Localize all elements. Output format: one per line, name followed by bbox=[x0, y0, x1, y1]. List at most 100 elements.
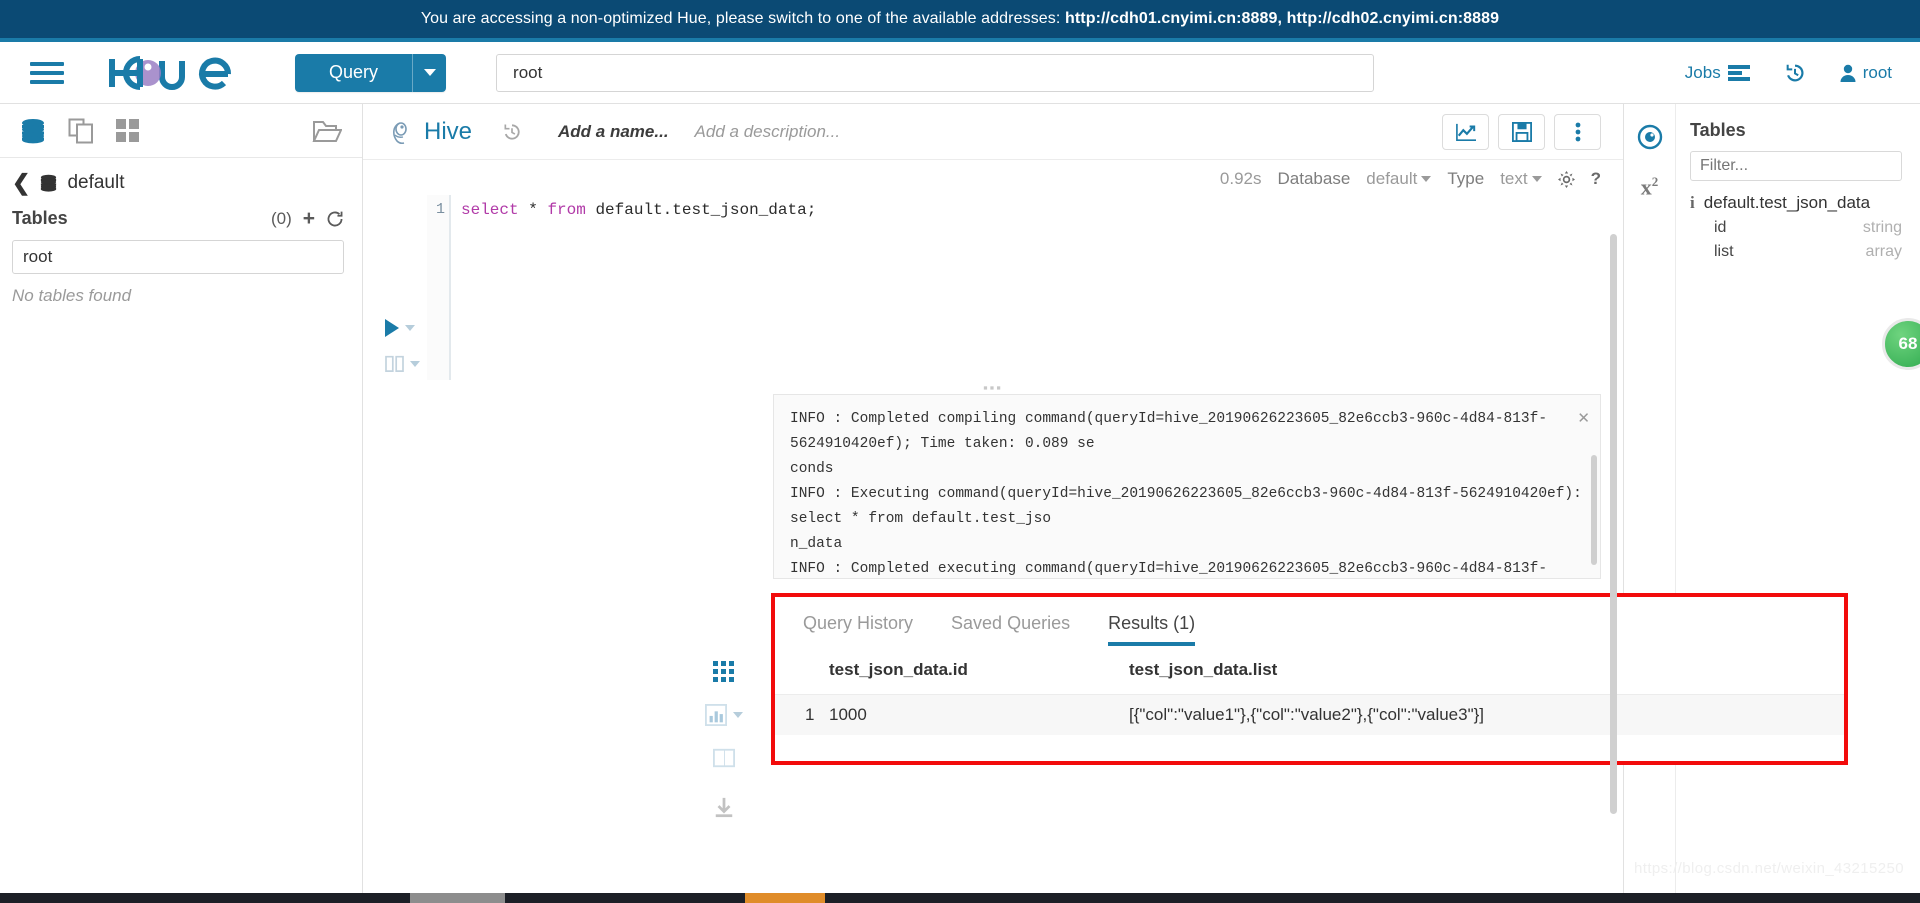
open-folder-icon[interactable] bbox=[312, 118, 342, 144]
explain-options-caret-icon[interactable] bbox=[410, 360, 420, 367]
execute-query-button[interactable] bbox=[385, 319, 427, 337]
explain-query-button[interactable] bbox=[385, 355, 427, 372]
help-button[interactable]: ? bbox=[1591, 169, 1601, 189]
columns-view-icon[interactable] bbox=[713, 747, 735, 769]
download-icon[interactable] bbox=[713, 796, 735, 818]
cell-id: 1000 bbox=[829, 694, 1129, 735]
assist-database-name[interactable]: default bbox=[67, 172, 124, 194]
query-dropdown-caret-icon[interactable] bbox=[412, 53, 447, 92]
results-view-switcher bbox=[705, 661, 743, 818]
column-name: list bbox=[1714, 243, 1734, 260]
hamburger-menu-icon[interactable] bbox=[30, 57, 64, 89]
global-search-input[interactable] bbox=[496, 53, 1375, 92]
query-description-input[interactable]: Add a description... bbox=[695, 122, 841, 142]
editor-side-actions bbox=[385, 195, 427, 380]
assist-breadcrumb: ❮ default bbox=[12, 172, 344, 194]
chart-visualize-button[interactable] bbox=[1442, 113, 1489, 150]
user-icon bbox=[1840, 64, 1856, 82]
jobs-icon bbox=[1727, 64, 1750, 81]
log-line: n_data bbox=[790, 536, 843, 552]
query-button[interactable]: Query bbox=[295, 53, 413, 92]
query-editor-pane: Hive Add a name... Add a description... bbox=[363, 104, 1848, 893]
sql-keyword-select: select bbox=[461, 201, 519, 219]
add-table-icon[interactable]: + bbox=[303, 208, 315, 229]
refresh-icon[interactable] bbox=[326, 210, 344, 228]
results-highlight-box: Query History Saved Queries Results (1) … bbox=[771, 593, 1848, 765]
editor-code[interactable]: select * from default.test_json_data; bbox=[451, 195, 816, 380]
banner-addresses[interactable]: http://cdh01.cnyimi.cn:8889, http://cdh0… bbox=[1065, 10, 1499, 27]
ace-editor[interactable]: 1 select * from default.test_json_data; bbox=[427, 195, 1623, 380]
banner-message: You are accessing a non-optimized Hue, p… bbox=[420, 10, 1061, 27]
jobs-label: Jobs bbox=[1684, 62, 1721, 82]
sql-table-ref: default.test_json_data; bbox=[595, 201, 817, 219]
assist-tables-header: Tables (0) + bbox=[12, 208, 344, 229]
tab-saved-queries[interactable]: Saved Queries bbox=[951, 613, 1108, 646]
jobs-button[interactable]: Jobs bbox=[1685, 63, 1750, 83]
right-panel-body: Tables i default.test_json_data id strin… bbox=[1676, 104, 1920, 893]
log-line: INFO : Executing command(queryId=hive_20… bbox=[790, 486, 1582, 527]
taskbar-item-2[interactable] bbox=[745, 893, 825, 903]
log-resize-handle[interactable]: ▪▪▪ bbox=[363, 380, 1623, 395]
warning-banner: You are accessing a non-optimized Hue, p… bbox=[0, 0, 1920, 38]
type-value: text bbox=[1500, 169, 1528, 188]
query-log-panel[interactable]: INFO : Completed compiling command(query… bbox=[773, 394, 1601, 579]
sql-editor-area: 1 select * from default.test_json_data; bbox=[363, 195, 1623, 380]
query-button-group[interactable]: Query bbox=[295, 53, 447, 92]
documents-source-icon[interactable] bbox=[68, 118, 94, 144]
history-button[interactable] bbox=[1784, 62, 1806, 84]
editor-scrollbar[interactable] bbox=[1610, 234, 1617, 814]
app-header: Query Jobs bbox=[0, 42, 1920, 104]
info-icon[interactable]: i bbox=[1690, 193, 1695, 213]
close-icon[interactable]: ✕ bbox=[1577, 407, 1590, 432]
watermark: https://blog.csdn.net/weixin_43215250 bbox=[1634, 860, 1904, 877]
col-list: test_json_data.list bbox=[1129, 660, 1278, 679]
assist-back-chevron-icon[interactable]: ❮ bbox=[12, 172, 30, 194]
hue-logo[interactable] bbox=[104, 53, 240, 93]
editor-more-menu-button[interactable] bbox=[1554, 113, 1601, 150]
database-selector[interactable]: default bbox=[1366, 169, 1432, 189]
database-source-icon[interactable] bbox=[20, 118, 46, 144]
tab-query-history[interactable]: Query History bbox=[803, 613, 951, 646]
os-taskbar bbox=[0, 893, 1920, 903]
gear-icon[interactable] bbox=[1557, 170, 1575, 188]
right-panel-table-entry[interactable]: i default.test_json_data bbox=[1690, 193, 1902, 213]
right-panel-filter-input[interactable] bbox=[1690, 151, 1902, 181]
taskbar-item-1[interactable] bbox=[410, 893, 505, 903]
global-search-wrapper bbox=[496, 53, 1375, 92]
assist-table-filter-input[interactable] bbox=[12, 240, 344, 274]
book-icon bbox=[385, 355, 404, 372]
assistant-compass-icon[interactable] bbox=[1637, 124, 1663, 150]
user-menu[interactable]: root bbox=[1840, 63, 1892, 83]
log-scrollbar[interactable] bbox=[1591, 455, 1597, 565]
chart-view-icon[interactable] bbox=[705, 704, 727, 726]
column-type: array bbox=[1865, 243, 1902, 260]
database-icon bbox=[41, 174, 57, 192]
query-name-input[interactable]: Add a name... bbox=[558, 122, 669, 142]
editor-engine-label: Hive bbox=[424, 117, 473, 145]
history-icon bbox=[1786, 64, 1804, 81]
editor-action-buttons bbox=[1442, 113, 1601, 150]
tab-results[interactable]: Results (1) bbox=[1108, 613, 1233, 646]
editor-history-icon[interactable] bbox=[502, 122, 522, 142]
right-panel-column[interactable]: id string bbox=[1690, 219, 1902, 237]
editor-header: Hive Add a name... Add a description... bbox=[363, 104, 1623, 160]
chart-options-caret-icon[interactable] bbox=[733, 712, 743, 718]
right-panel-column[interactable]: list array bbox=[1690, 243, 1902, 261]
type-selector[interactable]: text bbox=[1500, 169, 1542, 189]
hive-icon bbox=[393, 121, 407, 144]
assist-body: ❮ default Tables (0) + root No tables fo… bbox=[0, 158, 362, 306]
save-query-button[interactable] bbox=[1498, 113, 1545, 150]
grid-view-icon[interactable] bbox=[713, 661, 735, 683]
table-row[interactable]: 1 1000 [{"col":"value1"},{"col":"value2"… bbox=[775, 694, 1844, 735]
editor-engine[interactable]: Hive bbox=[389, 118, 472, 146]
log-line: conds bbox=[790, 461, 834, 477]
functions-icon[interactable]: x2 bbox=[1641, 174, 1659, 200]
cell-row-number: 1 bbox=[775, 694, 829, 735]
right-panel-title: Tables bbox=[1690, 120, 1746, 140]
apps-grid-icon[interactable] bbox=[116, 118, 140, 143]
vertical-ellipsis-icon bbox=[1575, 122, 1580, 141]
type-label: Type bbox=[1447, 169, 1485, 188]
execute-options-caret-icon[interactable] bbox=[405, 325, 415, 331]
save-floppy-icon bbox=[1511, 121, 1532, 142]
assist-source-tabs bbox=[0, 104, 362, 158]
